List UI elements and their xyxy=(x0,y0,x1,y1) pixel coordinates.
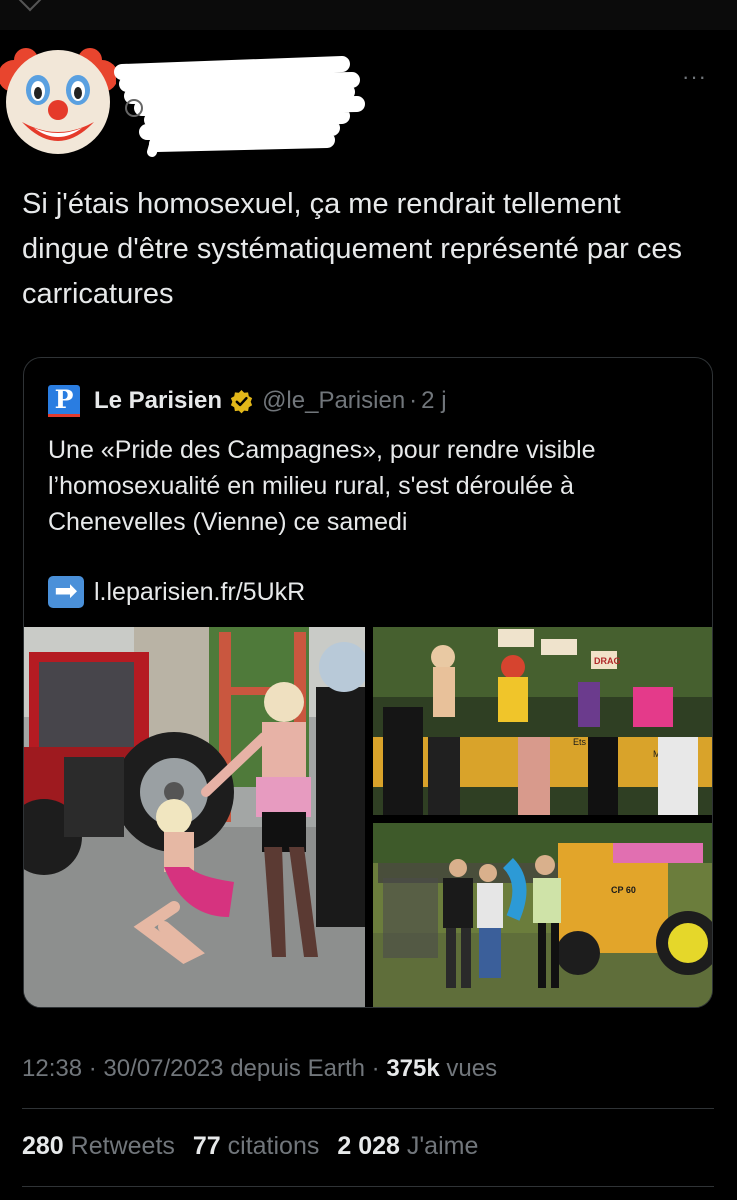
tweet-text: Si j'étais homosexuel, ça me rendrait te… xyxy=(22,188,683,310)
separator-dot: · xyxy=(371,1055,380,1082)
more-options-icon[interactable]: ··· xyxy=(682,64,707,90)
photo-tractor-performers[interactable] xyxy=(24,627,365,1008)
quoted-tweet-text: Une «Pride des Campagnes», pour rendre v… xyxy=(48,436,596,536)
redacted-name-scribble xyxy=(114,56,365,157)
separator-dot: · xyxy=(88,1055,97,1082)
quoted-tweet-header: P Le Parisien @le_Parisien · 2 j xyxy=(48,384,447,418)
tweet-meta: 12:38 · 30/07/2023 depuis Earth · 375k v… xyxy=(22,1055,497,1083)
tweet-source: depuis Earth xyxy=(230,1055,365,1082)
tweet-date[interactable]: 30/07/2023 xyxy=(103,1055,223,1082)
quoted-tweet-link-row: ➡ l.leparisien.fr/5UkR xyxy=(48,576,305,608)
divider xyxy=(22,1186,714,1187)
quoted-author-name[interactable]: Le Parisien xyxy=(94,387,222,415)
quoted-author-handle[interactable]: @le_Parisien xyxy=(262,387,405,415)
back-chevron-icon[interactable] xyxy=(18,0,42,12)
photo-parade-float[interactable]: Ets COU Maître DRAG xyxy=(373,627,713,815)
tweet-time[interactable]: 12:38 xyxy=(22,1055,82,1082)
photo-grid: Ets COU Maître DRAG CP 60 xyxy=(24,627,713,1008)
engagement-stats: 280 Retweets 77 citations 2 028 J'aime xyxy=(22,1132,478,1161)
views-count: 375k xyxy=(386,1055,440,1082)
photo-marching-crowd[interactable]: CP 60 xyxy=(373,823,713,1008)
top-bar xyxy=(0,0,737,30)
quoted-tweet-time[interactable]: 2 j xyxy=(421,387,446,415)
likes-stat[interactable]: 2 028 J'aime xyxy=(337,1132,478,1160)
clown-face-icon[interactable] xyxy=(0,42,116,158)
right-arrow-icon: ➡ xyxy=(48,576,84,608)
article-link[interactable]: l.leparisien.fr/5UkR xyxy=(94,578,305,607)
verified-badge-icon xyxy=(230,389,253,413)
svg-text:CP 60: CP 60 xyxy=(611,885,636,895)
quotes-stat[interactable]: 77 citations xyxy=(193,1132,319,1160)
retweets-stat[interactable]: 280 Retweets xyxy=(22,1132,175,1160)
svg-text:DRAG: DRAG xyxy=(594,656,621,666)
separator-dot: · xyxy=(409,387,418,414)
views-label: vues xyxy=(446,1055,498,1082)
le-parisien-logo[interactable]: P xyxy=(48,385,80,417)
quoted-tweet-card[interactable]: P Le Parisien @le_Parisien · 2 j Une «Pr… xyxy=(23,357,713,1008)
divider xyxy=(22,1108,714,1109)
